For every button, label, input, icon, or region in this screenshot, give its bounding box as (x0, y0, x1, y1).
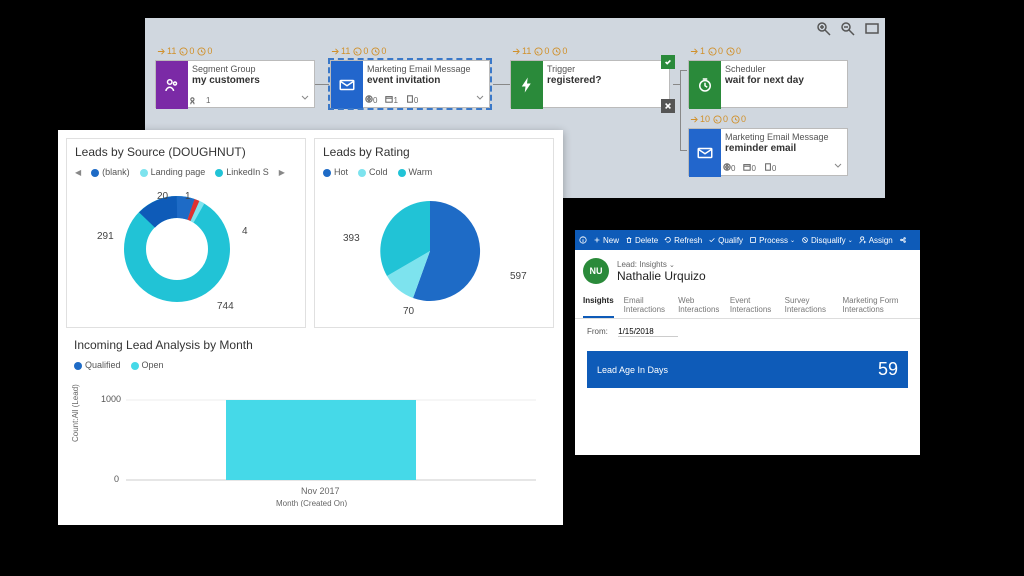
bar-chart: Count:All (Lead) 1000 0 Nov 2017 Month (… (66, 372, 554, 507)
zoom-out-icon[interactable] (841, 22, 855, 36)
tab-form[interactable]: Marketing Form Interactions (842, 292, 912, 318)
tab-insights[interactable]: Insights (583, 292, 614, 318)
svg-text:1: 1 (185, 191, 191, 202)
metric-label: Lead Age In Days (597, 365, 668, 375)
email-icon (331, 61, 363, 109)
qualify-button[interactable]: Qualify (708, 236, 743, 245)
svg-text:Count:All (Lead): Count:All (Lead) (71, 384, 80, 442)
chevron-down-icon[interactable] (475, 93, 485, 103)
share-icon[interactable] (899, 236, 907, 244)
node-scheduler[interactable]: Scheduler wait for next day (688, 60, 848, 108)
tab-web[interactable]: Web Interactions (678, 292, 720, 318)
svg-text:393: 393 (343, 233, 360, 244)
delete-button[interactable]: Delete (625, 236, 658, 245)
svg-text:0: 0 (114, 474, 119, 484)
svg-text:4: 4 (242, 226, 248, 237)
donut-chart: 20 1 4 744 291 (67, 179, 307, 319)
svg-text:744: 744 (217, 301, 234, 312)
pie-chart-card: Leads by Rating Hot Cold Warm 597 70 393 (314, 138, 554, 328)
svg-text:Month (Created On): Month (Created On) (276, 499, 347, 507)
node-type-label: Segment Group (192, 64, 308, 75)
zoom-in-icon[interactable] (817, 22, 831, 36)
node-trigger[interactable]: Trigger registered? (510, 60, 670, 108)
trigger-icon (511, 61, 543, 109)
tab-email[interactable]: Email Interactions (624, 292, 668, 318)
from-label: From: (587, 327, 608, 336)
node-segment-group[interactable]: Segment Group my customers 1 (155, 60, 315, 108)
svg-text:597: 597 (510, 271, 527, 282)
avatar: NU (583, 258, 609, 284)
lead-type-label[interactable]: Lead: Insights ⌄ (617, 260, 706, 269)
chart-next-icon[interactable]: ▶ (279, 168, 285, 177)
tab-survey[interactable]: Survey Interactions (785, 292, 833, 318)
charts-panel: Leads by Source (DOUGHNUT) ◀ (blank) Lan… (58, 130, 563, 525)
node-email-invitation[interactable]: Marketing Email Message event invitation… (330, 60, 490, 108)
chart-title: Leads by Rating (315, 139, 553, 165)
email-icon (689, 129, 721, 177)
fit-icon[interactable] (865, 22, 879, 36)
bar-chart-card: Incoming Lead Analysis by Month Qualifie… (66, 332, 554, 517)
node-email-reminder[interactable]: Marketing Email Message reminder email 0… (688, 128, 848, 176)
x-badge-icon (661, 99, 675, 113)
lead-age-metric: Lead Age In Days 59 (587, 351, 908, 388)
info-icon[interactable] (579, 236, 587, 244)
from-date-input[interactable] (618, 327, 678, 337)
node-name: my customers (192, 75, 308, 87)
assign-button[interactable]: Assign (859, 236, 893, 245)
chart-prev-icon[interactable]: ◀ (75, 168, 81, 177)
donut-chart-card: Leads by Source (DOUGHNUT) ◀ (blank) Lan… (66, 138, 306, 328)
svg-text:Nov 2017: Nov 2017 (301, 486, 340, 496)
refresh-button[interactable]: Refresh (664, 236, 702, 245)
svg-text:1000: 1000 (101, 394, 121, 404)
clock-icon (689, 61, 721, 109)
new-button[interactable]: New (593, 236, 619, 245)
metric-value: 59 (878, 359, 898, 380)
chart-title: Incoming Lead Analysis by Month (66, 332, 554, 358)
lead-name: Nathalie Urquizo (617, 269, 706, 283)
tab-event[interactable]: Event Interactions (730, 292, 775, 318)
command-bar: New Delete Refresh Qualify Process ⌄ Dis… (575, 230, 920, 250)
chevron-down-icon[interactable] (833, 161, 843, 171)
svg-text:70: 70 (403, 306, 415, 317)
check-badge-icon (661, 55, 675, 69)
segment-icon (156, 61, 188, 109)
svg-text:291: 291 (97, 231, 114, 242)
chart-title: Leads by Source (DOUGHNUT) (67, 139, 305, 165)
tabs: Insights Email Interactions Web Interact… (575, 292, 920, 319)
lead-insights-panel: New Delete Refresh Qualify Process ⌄ Dis… (575, 230, 920, 455)
chevron-down-icon[interactable] (300, 93, 310, 103)
disqualify-button[interactable]: Disqualify ⌄ (801, 236, 853, 245)
svg-text:20: 20 (157, 191, 169, 202)
process-button[interactable]: Process ⌄ (749, 236, 795, 245)
pie-chart: 597 70 393 (315, 179, 555, 319)
